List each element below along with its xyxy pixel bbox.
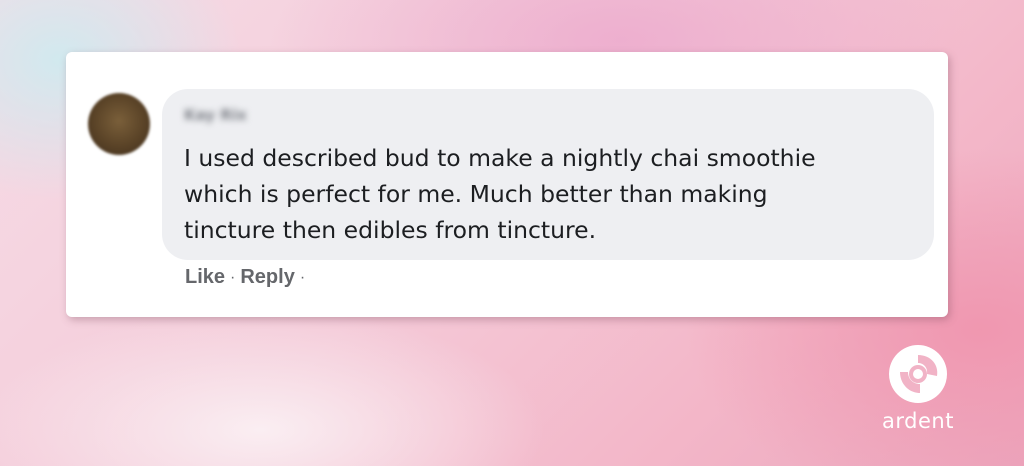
comment-author-name[interactable]: Kay Rix <box>184 106 268 128</box>
comment-text: I used described bud to make a nightly c… <box>184 140 904 248</box>
ardent-logo: ardent <box>878 343 958 433</box>
avatar[interactable] <box>88 93 150 155</box>
reply-button[interactable]: Reply <box>240 266 294 289</box>
comment-text-line: which is perfect for me. Much better tha… <box>184 180 768 208</box>
comment-text-line: tincture then edibles from tincture. <box>184 216 597 244</box>
ardent-swirl-icon <box>889 345 947 403</box>
ardent-wordmark: ardent <box>882 409 954 433</box>
action-separator: · <box>299 268 306 286</box>
like-button[interactable]: Like <box>185 266 225 289</box>
comment-text-line: I used described bud to make a nightly c… <box>184 144 816 172</box>
action-separator: · <box>230 268 236 286</box>
comment-actions: Like · Reply · <box>185 266 305 289</box>
